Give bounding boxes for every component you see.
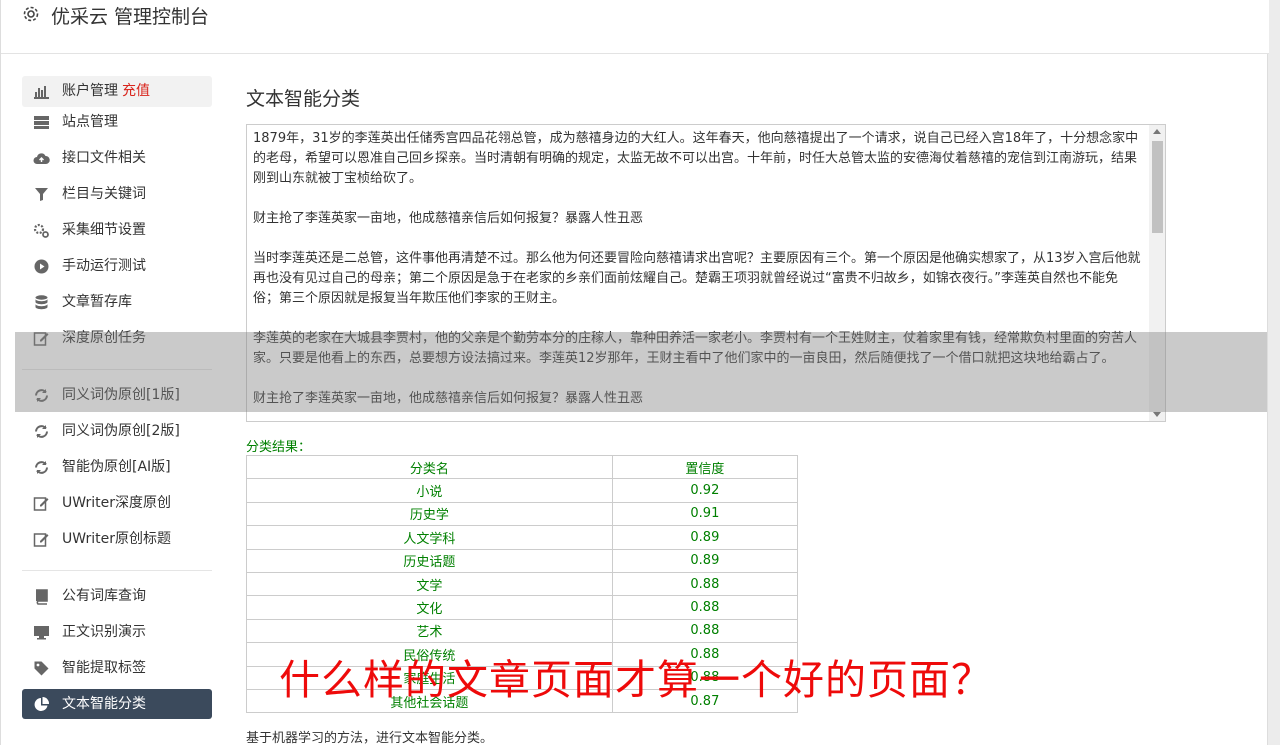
sidebar-item-label: UWriter深度原创 [62,495,171,511]
sidebar-item-content-recognition[interactable]: 正文识别演示 [22,617,212,653]
recharge-link[interactable]: 充值 [122,83,150,99]
cell-category: 历史话题 [246,548,613,573]
sidebar-item-label: 智能提取标签 [62,660,146,676]
scroll-down-icon[interactable] [1153,412,1161,417]
sidebar-item-api-files[interactable]: 接口文件相关 [22,143,212,179]
sidebar-item-label: 文本智能分类 [62,696,146,712]
column-header-category: 分类名 [246,454,613,480]
sidebar-item-label: 采集细节设置 [62,222,146,238]
gray-overlay-band [15,332,1267,412]
sidebar-item-synonym-v2[interactable]: 同义词伪原创[2版] [22,416,212,452]
play-circle-icon [34,259,49,274]
sidebar-item-label: 栏目与关键词 [62,186,146,202]
sidebar-item-label: 接口文件相关 [62,150,146,166]
cell-confidence: 0.89 [611,525,799,550]
edit-icon [33,533,49,547]
edit-icon [33,497,49,511]
gear-icon [23,6,39,22]
table-row: 艺术 0.88 [246,618,799,644]
result-label: 分类结果： [246,440,312,455]
sidebar-item-uwriter-title[interactable]: UWriter原创标题 [22,524,212,560]
sidebar-item-label: 账户管理 [62,83,118,99]
gears-icon [33,223,49,238]
cell-confidence: 0.89 [611,548,799,573]
filter-icon [35,188,48,201]
sidebar-item-article-storage[interactable]: 文章暂存库 [22,287,212,323]
scroll-thumb[interactable] [1152,141,1163,233]
table-row: 文学 0.88 [246,571,799,597]
cell-confidence: 0.92 [611,478,799,503]
sidebar-item-label: 公有词库查询 [62,588,146,604]
cell-category: 文学 [246,571,613,597]
page-title: 文本智能分类 [246,88,361,110]
refresh-icon [35,425,48,438]
sidebar-item-collect-settings[interactable]: 采集细节设置 [22,215,212,251]
scroll-up-icon[interactable] [1153,129,1161,134]
bar-chart-icon [34,86,49,99]
top-bar: 优采云 管理控制台 [1,0,1269,54]
table-row: 文化 0.88 [246,595,799,620]
sidebar-item-columns-keywords[interactable]: 栏目与关键词 [22,179,212,215]
cell-confidence: 0.88 [611,571,799,597]
app-title: 优采云 管理控制台 [51,6,210,28]
sidebar-item-label: UWriter原创标题 [62,531,171,547]
cell-category: 小说 [246,478,613,503]
footnote: 基于机器学习的方法，进行文本智能分类。 [246,731,494,745]
database-icon [35,295,48,310]
sidebar-item-label: 同义词伪原创[2版] [62,423,180,439]
sidebar-item-label: 手动运行测试 [62,258,146,274]
table-row: 人文学科 0.89 [246,525,799,550]
sidebar-item-smart-ai[interactable]: 智能伪原创[AI版] [22,452,212,488]
cell-category: 艺术 [246,618,613,644]
sidebar-item-label: 文章暂存库 [62,294,132,310]
cell-category: 文化 [246,595,613,620]
monitor-icon [34,626,49,640]
refresh-icon [35,461,48,474]
table-header-row: 分类名 置信度 [246,454,799,480]
tag-icon [34,661,49,676]
sidebar-item-label: 站点管理 [62,114,118,130]
cell-confidence: 0.88 [611,595,799,620]
overlay-caption: 什么样的文章页面才算一个好的页面？ [279,656,993,704]
sidebar-item-label: 智能伪原创[AI版] [62,459,171,475]
sidebar-item-account[interactable]: 账户管理 充值 [22,76,212,107]
table-row: 历史学 0.91 [246,501,799,527]
sidebar-divider [22,570,212,571]
sidebar-item-text-classify[interactable]: 文本智能分类 [22,689,212,719]
sidebar-item-label: 正文识别演示 [62,624,146,640]
book-icon [36,589,48,605]
cloud-upload-icon [33,153,50,164]
sidebar-item-uwriter-deep[interactable]: UWriter深度原创 [22,488,212,524]
cell-confidence: 0.88 [611,618,799,644]
cell-category: 历史学 [246,501,613,527]
pie-chart-icon [34,697,50,711]
cell-category: 人文学科 [246,525,613,550]
sidebar-item-manual-run[interactable]: 手动运行测试 [22,251,212,287]
sidebar-item-public-lexicon[interactable]: 公有词库查询 [22,581,212,617]
sidebar-item-sites[interactable]: 站点管理 [22,107,212,143]
cell-confidence: 0.91 [611,501,799,527]
table-row: 小说 0.92 [246,478,799,503]
sidebar-item-smart-tags[interactable]: 智能提取标签 [22,653,212,689]
column-header-confidence: 置信度 [611,454,799,480]
table-row: 历史话题 0.89 [246,548,799,573]
server-icon [34,116,49,129]
